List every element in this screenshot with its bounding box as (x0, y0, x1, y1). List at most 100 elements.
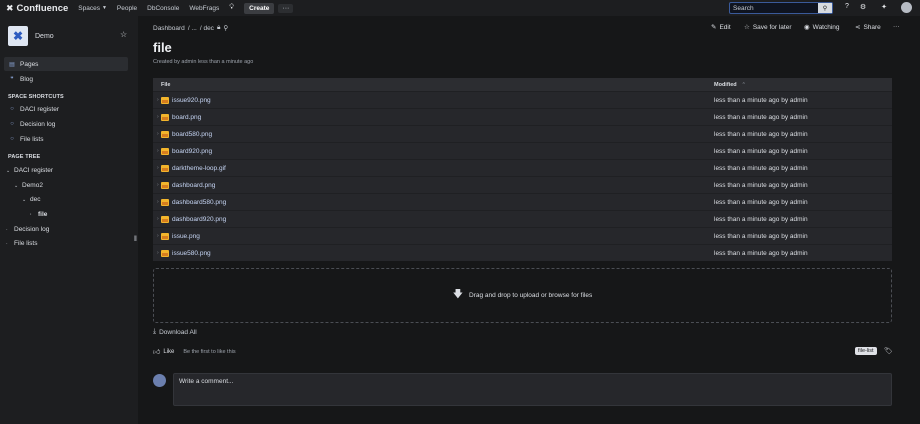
file-name[interactable]: darktheme-loop.gif (172, 165, 226, 172)
sidebar-item-blog[interactable]: ❞ Blog (4, 72, 128, 86)
row-expand-icon[interactable]: › (157, 148, 160, 154)
row-expand-icon[interactable]: › (157, 216, 160, 222)
modified-cell: less than a minute ago by admin (714, 249, 808, 257)
nav-webfrags[interactable]: WebFrags (189, 5, 219, 12)
chevron-down-icon[interactable]: ⌄ (22, 197, 30, 203)
sidebar-item-file-lists[interactable]: ○ File lists (4, 132, 128, 146)
breadcrumb-ellipsis[interactable]: / ... (188, 25, 197, 32)
sidebar: ✖ Demo ☆ ▤ Pages ❞ Blog SPACE SHORTCUTS … (0, 16, 138, 424)
user-avatar[interactable] (901, 2, 912, 13)
like-button[interactable]: Like (163, 349, 174, 355)
sidebar-item-pages[interactable]: ▤ Pages (4, 57, 128, 71)
table-row[interactable]: › dashboard920.png less than a minute ago … (153, 210, 892, 227)
file-name[interactable]: board580.png (172, 131, 212, 138)
notification-icon[interactable]: ✦ (879, 3, 889, 11)
share-label: Share (863, 23, 881, 31)
star-icon[interactable]: ☆ (120, 30, 127, 39)
row-expand-icon[interactable]: › (157, 114, 160, 120)
tree-item-daci-register[interactable]: ⌄ DACI register (6, 167, 53, 174)
save-for-later-button[interactable]: ☆ Save for later (744, 23, 792, 32)
table-row[interactable]: › board.png less than a minute ago by admi… (153, 108, 892, 125)
file-name[interactable]: issue580.png (172, 250, 211, 257)
row-expand-icon[interactable]: › (157, 131, 160, 137)
tag-icon[interactable]: 🏷︎ (884, 347, 893, 355)
help-icon[interactable]: ? (842, 3, 852, 10)
file-name[interactable]: issue920.png (172, 97, 211, 104)
comment-input[interactable] (174, 374, 891, 389)
top-navigation: ✖ Confluence Spaces ▼ People DbConsole W… (0, 0, 920, 16)
share-icon: ⋖ (855, 24, 861, 31)
row-expand-icon[interactable]: › (157, 165, 160, 171)
file-name[interactable]: board.png (172, 114, 201, 121)
shortcut-icon: ○ (10, 106, 14, 112)
thumbs-up-icon[interactable]: 👍︎ (153, 347, 160, 356)
share-button[interactable]: ⋖ Share (855, 23, 881, 32)
confluence-logo[interactable]: ✖ Confluence (6, 3, 68, 14)
tree-item-dec[interactable]: ⌄ dec (22, 196, 40, 203)
image-file-icon (161, 181, 169, 189)
table-row[interactable]: › dashboard580.png less than a minute ago … (153, 193, 892, 210)
file-name[interactable]: dashboard580.png (172, 199, 226, 206)
save-for-later-label: Save for later (752, 23, 792, 31)
row-expand-icon[interactable]: › (157, 97, 160, 103)
tree-item-decision-log[interactable]: · Decision log (6, 226, 49, 233)
nav-people[interactable]: People (117, 5, 137, 12)
file-name[interactable]: dashboard.png (172, 182, 215, 189)
download-all-label: Download All (159, 328, 197, 336)
lightbulb-icon[interactable]: 💡︎ (229, 4, 234, 12)
sidebar-item-label: Blog (20, 75, 34, 83)
edit-button[interactable]: ✎ Edit (711, 23, 731, 32)
column-header-file[interactable]: File (153, 82, 714, 88)
search-button[interactable]: ⚲ (818, 3, 832, 13)
image-file-icon (161, 164, 169, 172)
table-row[interactable]: › darktheme-loop.gif less than a minute ag… (153, 159, 892, 176)
chevron-down-icon[interactable]: ⌄ (14, 183, 22, 189)
chevron-down-icon[interactable]: ⌄ (6, 168, 14, 174)
file-name[interactable]: issue.png (172, 233, 200, 240)
more-actions-button[interactable]: ··· (893, 23, 900, 30)
row-expand-icon[interactable]: › (157, 182, 160, 188)
page-title: file (153, 40, 172, 55)
upload-dropzone[interactable]: 🡇 Drag and drop to upload or browse for … (153, 268, 892, 323)
search-input[interactable] (730, 4, 818, 12)
like-section: 👍︎ Like Be the first to like this (153, 347, 236, 357)
space-header[interactable]: ✖ Demo (8, 26, 54, 46)
table-row[interactable]: › issue.png less than a minute ago by admi… (153, 227, 892, 244)
more-button[interactable]: ··· (278, 3, 294, 13)
table-row[interactable]: › issue920.png less than a minute ago by a… (153, 91, 892, 108)
column-header-modified[interactable]: Modified ⌃ (714, 82, 746, 88)
breadcrumb-dashboard[interactable]: Dashboard (153, 25, 185, 32)
like-status-text: Be the first to like this (183, 348, 236, 355)
sidebar-resize-handle[interactable]: ‖ (134, 236, 137, 243)
watching-label: Watching (812, 23, 840, 31)
create-button[interactable]: Create (244, 2, 275, 14)
restrictions-icon[interactable]: 🔒︎ (217, 24, 220, 32)
table-row[interactable]: › board920.png less than a minute ago by a… (153, 142, 892, 159)
sidebar-item-daci-register[interactable]: ○ DACI register (4, 102, 128, 116)
table-row[interactable]: › board580.png less than a minute ago by a… (153, 125, 892, 142)
row-expand-icon[interactable]: › (157, 250, 160, 256)
tree-item-file[interactable]: · file (30, 211, 47, 218)
file-name[interactable]: dashboard920.png (172, 216, 226, 223)
nav-spaces[interactable]: Spaces ▼ (78, 5, 107, 12)
image-file-icon (161, 249, 169, 257)
label-tag[interactable]: file-list (855, 347, 877, 355)
gear-icon[interactable]: ⚙ (858, 3, 868, 11)
breadcrumb-dec[interactable]: / dec (200, 25, 214, 32)
row-expand-icon[interactable]: › (157, 199, 160, 205)
space-name: Demo (35, 32, 54, 40)
sidebar-item-decision-log[interactable]: ○ Decision log (4, 117, 128, 131)
watching-button[interactable]: ◉ Watching (804, 23, 840, 32)
row-expand-icon[interactable]: › (157, 233, 160, 239)
file-name[interactable]: board920.png (172, 148, 212, 155)
bullet-icon: · (6, 240, 8, 247)
attachment-icon[interactable]: ⚲ (223, 24, 228, 32)
table-row[interactable]: › issue580.png less than a minute ago by a… (153, 244, 892, 261)
modified-cell: less than a minute ago by admin (714, 147, 808, 155)
tree-item-demo2[interactable]: ⌄ Demo2 (14, 182, 43, 189)
nav-dbconsole[interactable]: DbConsole (147, 5, 179, 12)
table-row[interactable]: › dashboard.png less than a minute ago by … (153, 176, 892, 193)
comment-box (173, 373, 892, 406)
download-all-link[interactable]: ⤓ Download All (153, 328, 197, 336)
tree-item-file-lists[interactable]: · File lists (6, 240, 37, 247)
